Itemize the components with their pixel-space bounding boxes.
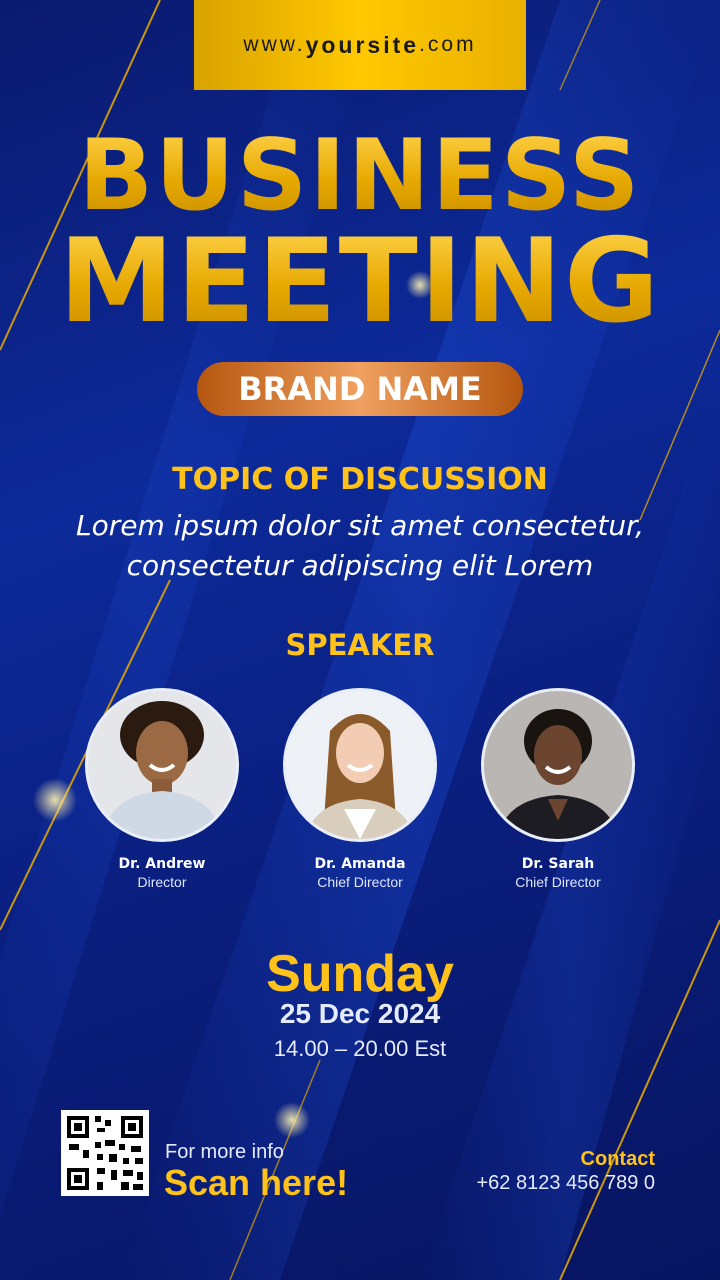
speaker-photo-amanda (283, 688, 437, 842)
topic-line-2: consectetur adipiscing elit Lorem (126, 549, 594, 582)
topic-description: Lorem ipsum dolor sit amet consectetur, … (0, 506, 720, 586)
event-time: 14.00 – 20.00 Est (273, 1036, 447, 1061)
event-day: Sunday (266, 945, 454, 1003)
topic-line-1: Lorem ipsum dolor sit amet consectetur, (76, 509, 644, 542)
brand-name-badge: BRAND NAME (197, 362, 523, 416)
speaker-photo-sarah (481, 688, 635, 842)
website-name: yoursite (305, 31, 420, 58)
speaker-role: Director (137, 874, 187, 890)
speaker-name: Dr. Andrew (118, 856, 206, 872)
qr-code[interactable] (61, 1110, 149, 1196)
website-suffix: .com (419, 33, 477, 56)
speaker-card: Dr. Amanda Chief Director (260, 688, 460, 890)
contact-phone[interactable]: +62 8123 456 789 0 (476, 1172, 655, 1195)
speaker-heading: SPEAKER (285, 628, 435, 662)
speaker-photo-andrew (85, 688, 239, 842)
title-line-1: BUSINESS (0, 127, 720, 225)
website-banner[interactable]: www. yoursite .com (194, 0, 526, 90)
scan-here-text: Scan here! (164, 1162, 349, 1203)
speaker-role: Chief Director (317, 874, 403, 890)
speaker-card: Dr. Andrew Director (62, 688, 262, 890)
topic-heading: TOPIC OF DISCUSSION (172, 462, 548, 497)
speaker-name: Dr. Sarah (521, 856, 595, 872)
poster: www. yoursite .com BUSINESS MEETING BRAND … (0, 0, 720, 1280)
title-line-2: MEETING (0, 224, 720, 340)
speaker-role: Chief Director (515, 874, 601, 890)
event-date: 25 Dec 2024 (279, 998, 441, 1029)
speaker-name: Dr. Amanda (314, 856, 406, 872)
website-prefix: www. (243, 33, 306, 56)
speaker-card: Dr. Sarah Chief Director (458, 688, 658, 890)
more-info-text: For more info (165, 1141, 284, 1163)
contact-label: Contact (580, 1148, 655, 1170)
